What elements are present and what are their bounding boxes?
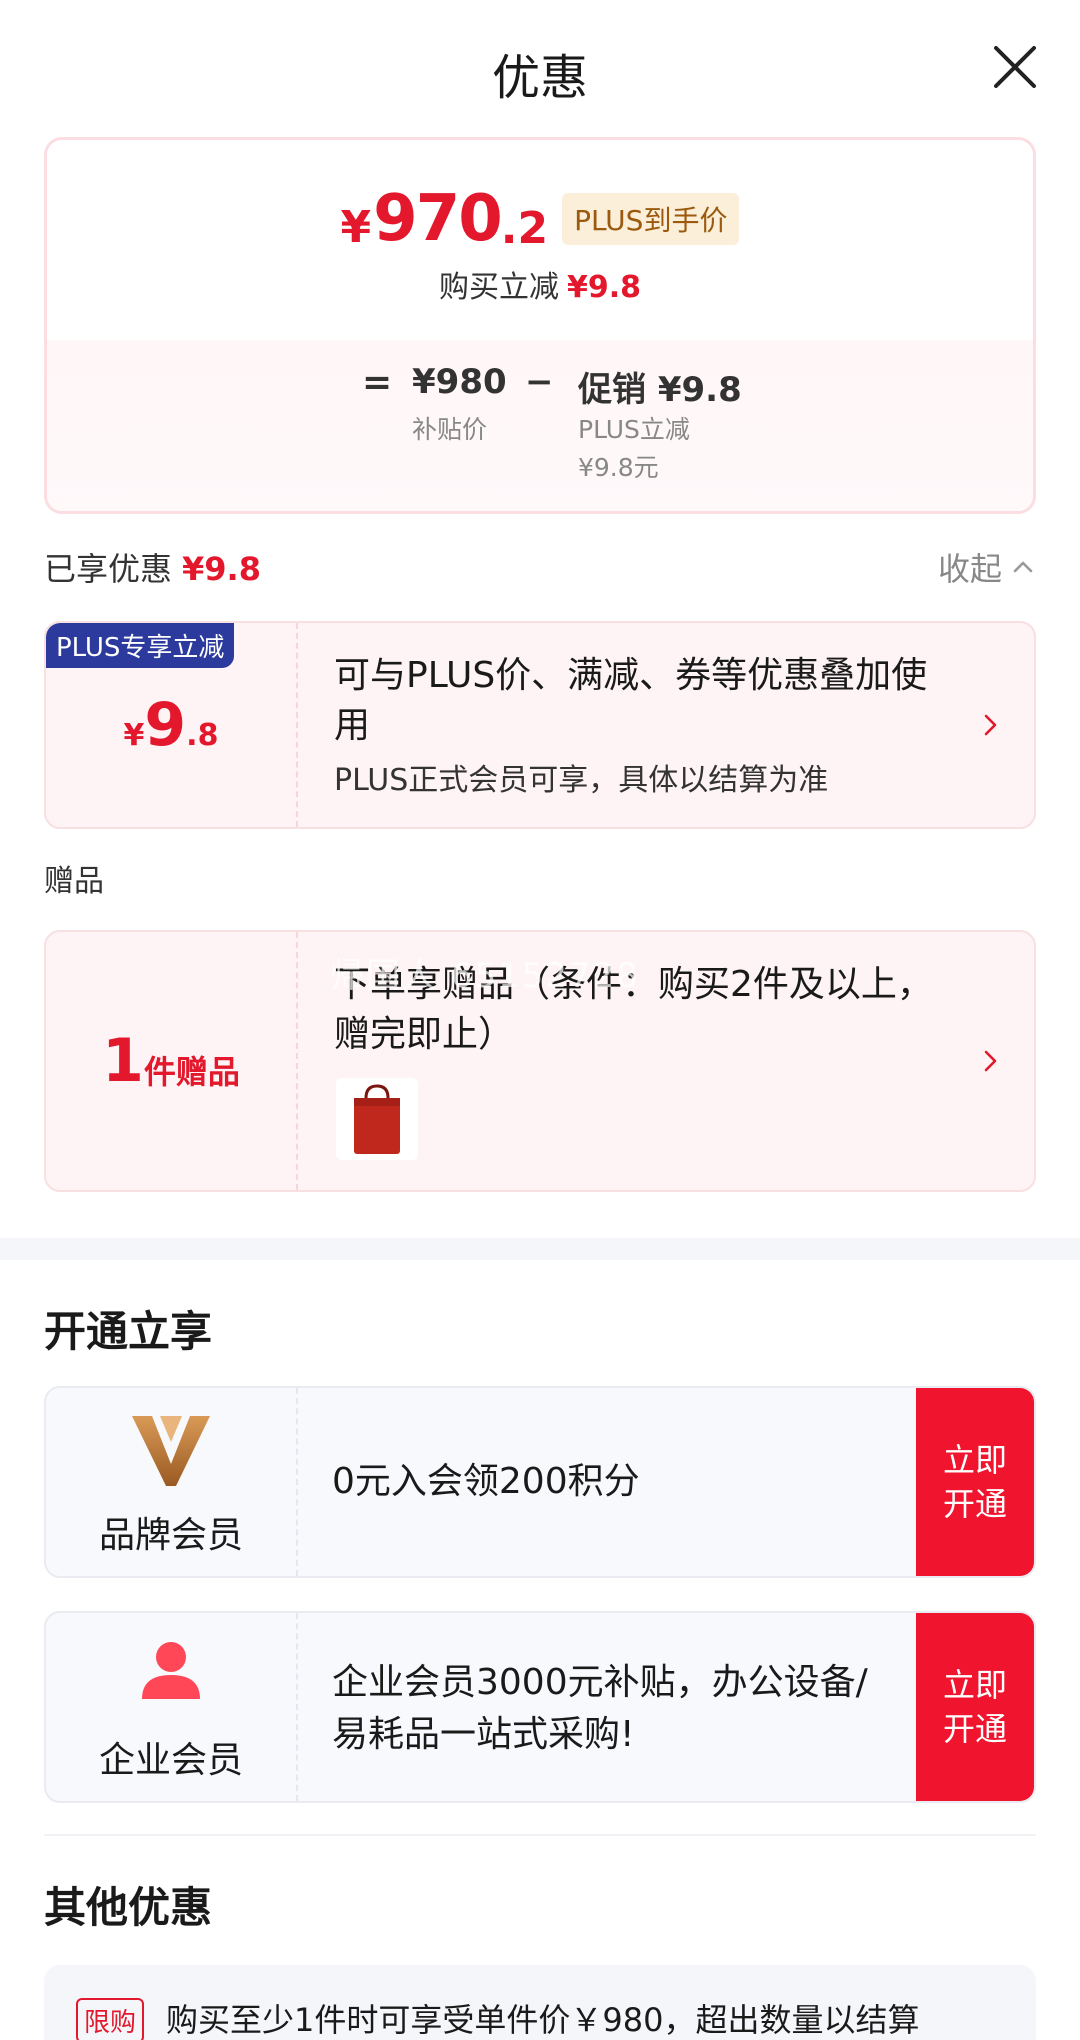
gift-section-label: 赠品 xyxy=(44,864,104,899)
plus-price-tag: PLUS到手价 xyxy=(562,193,740,245)
enterprise-member-card[interactable]: 企业会员 企业会员3000元补贴，办公设备/易耗品一站式采购! 立即开通 xyxy=(44,1611,1036,1803)
minus-sign: − xyxy=(525,362,554,402)
enterprise-member-open-button[interactable]: 立即开通 xyxy=(916,1613,1034,1801)
limit-tag: 限购 xyxy=(76,1998,145,2040)
enterprise-member-name: 企业会员 xyxy=(98,1740,243,1781)
brand-member-open-button[interactable]: 立即开通 xyxy=(916,1388,1034,1576)
price-currency: ¥ xyxy=(340,201,372,253)
promo-label: PLUS立减 xyxy=(578,415,690,444)
base-price-label: 补贴价 xyxy=(412,415,488,444)
price-integer: 970 xyxy=(373,182,503,256)
sheet-title: 优惠 xyxy=(491,50,588,106)
gift-word: 件赠品 xyxy=(143,1053,240,1091)
brand-member-left: 品牌会员 xyxy=(46,1388,298,1576)
chevron-up-icon xyxy=(1013,561,1033,573)
discount-sheet: 优惠 ¥ 970 .2 PLUS到手价 购买立减 ¥9.8 = ¥980 补贴价 … xyxy=(0,0,1080,2040)
reduce-line: 购买立减 ¥9.8 xyxy=(47,262,1033,306)
price-summary-card: ¥ 970 .2 PLUS到手价 购买立减 ¥9.8 = ¥980 补贴价 − 促… xyxy=(44,137,1036,514)
chevron-right-icon xyxy=(980,710,1002,740)
plus-discount-subtitle: PLUS正式会员可享，具体以结算为准 xyxy=(334,763,829,798)
close-icon xyxy=(994,46,1036,88)
reduce-value: ¥9.8 xyxy=(566,270,642,305)
gift-details: 下单享赠品（条件：购买2件及以上，赠完即止） xyxy=(308,932,964,1190)
gift-bag-image[interactable] xyxy=(336,1078,418,1160)
open-section-title: 开通立享 xyxy=(44,1307,213,1356)
plus-discount-card[interactable]: ¥ 9 .8 PLUS专享立减 可与PLUS价、满减、券等优惠叠加使用 PLUS… xyxy=(44,621,1036,829)
enterprise-member-left: 企业会员 xyxy=(46,1613,298,1801)
gift-card[interactable]: 1 件赠品 下单享赠品（条件：购买2件及以上，赠完即止） xyxy=(44,930,1036,1192)
final-price: ¥ 970 .2 PLUS到手价 xyxy=(47,182,1033,256)
limit-offer-card[interactable]: 限购 购买至少1件时可享受单件价￥980，超出数量以结算 xyxy=(44,1965,1036,2040)
close-button[interactable] xyxy=(990,42,1040,92)
gift-count-area: 1 件赠品 xyxy=(46,932,298,1190)
collapse-button[interactable]: 收起 xyxy=(938,544,1036,590)
gift-title: 下单享赠品（条件：购买2件及以上，赠完即止） xyxy=(334,964,933,1055)
enjoyed-value: ¥9.8 xyxy=(182,550,261,588)
price-formula: = ¥980 补贴价 − 促销 ¥9.8 PLUS立减 ¥9.8元 xyxy=(47,362,1033,492)
promo-value: 促销 ¥9.8 xyxy=(578,370,742,410)
plus-discount-title: 可与PLUS价、满减、券等优惠叠加使用 xyxy=(334,655,928,746)
gift-count: 1 xyxy=(102,1026,144,1096)
open-button-label: 立即开通 xyxy=(942,1666,1007,1748)
promo-sub: ¥9.8元 xyxy=(578,453,659,482)
sheet-header: 优惠 xyxy=(0,0,1080,135)
price-decimal: .2 xyxy=(500,202,549,254)
brand-member-name: 品牌会员 xyxy=(98,1515,243,1556)
collapse-label: 收起 xyxy=(937,550,1002,588)
thin-divider xyxy=(44,1834,1036,1836)
enjoyed-label: 已享优惠 xyxy=(44,550,173,588)
enterprise-member-desc: 企业会员3000元补贴，办公设备/易耗品一站式采购! xyxy=(332,1662,868,1755)
plus-exclusive-badge: PLUS专享立减 xyxy=(46,623,235,668)
equals-sign: = xyxy=(362,362,393,403)
amount-currency: ¥ xyxy=(123,717,145,753)
brand-member-card[interactable]: 品牌会员 0元入会领200积分 立即开通 xyxy=(44,1386,1036,1578)
amount-decimal: .8 xyxy=(186,717,219,753)
amount-integer: 9 xyxy=(144,690,187,760)
plus-discount-details: 可与PLUS价、满减、券等优惠叠加使用 PLUS正式会员可享，具体以结算为准 xyxy=(308,623,964,827)
brand-member-desc: 0元入会领200积分 xyxy=(332,1461,640,1502)
enjoyed-discount: 已享优惠 ¥9.8 xyxy=(44,544,261,590)
person-icon xyxy=(46,1637,296,1703)
base-price-value: ¥980 xyxy=(412,362,507,402)
reduce-label: 购买立减 xyxy=(438,270,559,305)
section-divider xyxy=(0,1238,1080,1260)
open-button-label: 立即开通 xyxy=(942,1441,1007,1523)
limit-offer-text: 购买至少1件时可享受单件价￥980，超出数量以结算 xyxy=(166,2001,920,2039)
chevron-right-icon xyxy=(980,1046,1002,1076)
other-section-title: 其他优惠 xyxy=(44,1883,213,1932)
brand-v-logo-icon xyxy=(46,1412,296,1490)
